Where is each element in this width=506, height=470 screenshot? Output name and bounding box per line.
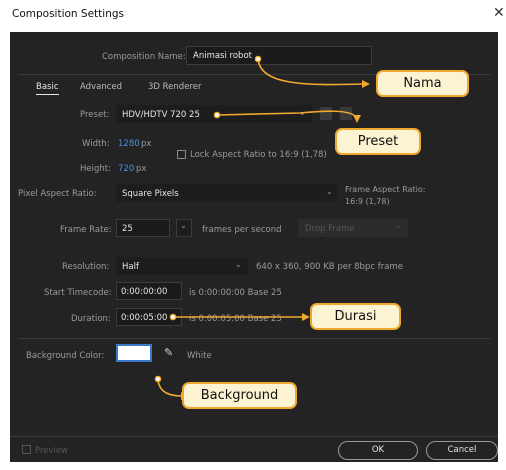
annotation-nama: Nama bbox=[376, 70, 469, 97]
preset-arrow bbox=[216, 110, 358, 119]
background-arrow bbox=[157, 380, 184, 397]
annotation-durasi: Durasi bbox=[310, 303, 401, 330]
annotation-background: Background bbox=[182, 382, 297, 409]
arrowhead bbox=[362, 80, 370, 88]
annotation-preset: Preset bbox=[335, 128, 421, 155]
arrowhead bbox=[353, 115, 361, 123]
nama-arrow bbox=[257, 59, 365, 86]
arrowhead bbox=[302, 313, 310, 321]
